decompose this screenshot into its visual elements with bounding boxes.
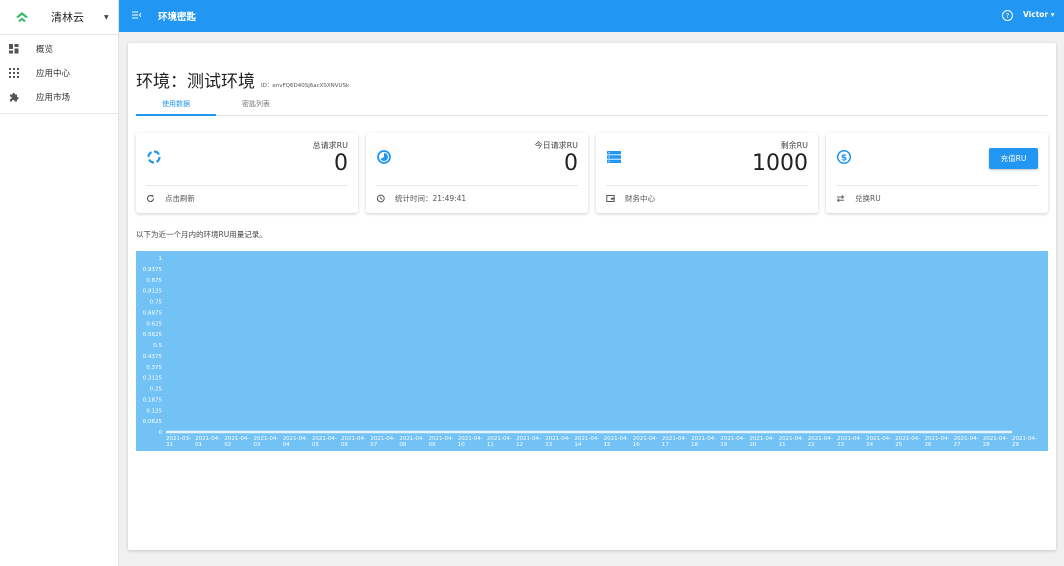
puzzle-icon <box>9 92 19 102</box>
y-tick-label: 0.375 <box>146 365 162 371</box>
footer-label: 财务中心 <box>625 194 655 203</box>
y-tick-label: 0.1875 <box>143 397 163 403</box>
env-title: 环境：测试环境 <box>136 72 255 92</box>
brand-switcher[interactable]: 清林云 ▼ <box>0 0 118 35</box>
y-tick-label: 0.6875 <box>143 310 163 316</box>
stat-value: 0 <box>564 151 578 176</box>
svg-text:$: $ <box>841 153 847 163</box>
usage-chart: 1 0.9375 0.875 0.8125 0.75 0.6875 0.625 0.5625 0… <box>136 251 1048 451</box>
footer-label: 兑换RU <box>855 194 881 203</box>
recharge-ru-button[interactable]: 充值RU <box>989 148 1038 169</box>
y-tick-label: 0.3125 <box>143 376 163 382</box>
stat-card-total-ru: 总请求RU 0 点击刷新 <box>136 133 358 213</box>
y-tick-label: 0.625 <box>146 321 162 327</box>
apps-grid-icon <box>9 68 19 78</box>
y-tick-label: 0.5625 <box>143 332 163 338</box>
chart-background <box>136 251 1048 451</box>
y-tick-label: 1 <box>159 256 163 262</box>
stat-card-remaining-ru: 剩余RU 1000 财务中心 <box>596 133 818 213</box>
history-icon <box>376 194 385 203</box>
tab-usage-data[interactable]: 使用数据 <box>162 99 190 109</box>
divider <box>606 185 808 186</box>
divider <box>376 185 578 186</box>
sidebar-item-label: 概览 <box>36 45 54 55</box>
sidebar-item-overview[interactable]: 概览 <box>0 37 118 61</box>
stat-card-today-ru: 今日请求RU 0 统计时间：21:49:41 <box>366 133 588 213</box>
y-tick-label: 0 <box>159 430 163 436</box>
refresh-link[interactable]: 点击刷新 <box>146 193 195 204</box>
stat-label: 剩余RU <box>780 141 808 150</box>
stat-time: 统计时间：21:49:41 <box>376 193 466 204</box>
stat-card-recharge: $ 充值RU 兑换RU <box>826 133 1048 213</box>
y-tick-label: 0.75 <box>150 300 163 306</box>
top-bar: 环境密匙 ? Victor ▾ <box>119 0 1064 32</box>
stats-row: 总请求RU 0 点击刷新 今日请求RU 0 统计时间：21:49:41 剩余RU… <box>136 133 1048 213</box>
divider <box>836 185 1038 186</box>
stat-label: 今日请求RU <box>534 141 578 150</box>
pie-clock-icon <box>376 149 392 165</box>
y-tick-label: 0.9375 <box>143 267 163 273</box>
y-tick-label: 0.8125 <box>143 289 163 295</box>
storage-icon <box>606 149 622 165</box>
brand-logo-icon <box>16 12 28 22</box>
loading-circle-icon <box>146 149 162 165</box>
page-title: 环境密匙 <box>158 12 197 23</box>
tab-indicator <box>136 114 216 116</box>
divider <box>146 185 348 186</box>
help-icon[interactable]: ? <box>1002 10 1013 21</box>
wallet-icon <box>606 194 615 203</box>
refresh-icon <box>146 194 155 203</box>
y-tick-label: 0.4375 <box>143 354 163 360</box>
env-id: ID：envFQ6D40Sj6acXSXNVUSk <box>261 83 350 89</box>
y-tick-label: 0.5 <box>153 343 162 349</box>
usage-chart-svg: 1 0.9375 0.875 0.8125 0.75 0.6875 0.625 0.5625 0… <box>136 251 1048 451</box>
sidebar-item-label: 应用市场 <box>36 93 71 103</box>
y-tick-label: 0.875 <box>146 278 162 284</box>
sidebar-item-label: 应用中心 <box>36 69 71 79</box>
sidebar-nav: 概览 应用中心 应用市场 <box>0 35 118 114</box>
brand-name: 清林云 <box>51 11 84 24</box>
tab-bar: 使用数据 密匙列表 <box>136 96 1048 116</box>
footer-label: 点击刷新 <box>165 194 195 203</box>
swap-icon <box>836 194 845 203</box>
y-tick-label: 0.0625 <box>143 419 163 425</box>
y-tick-label: 0.25 <box>150 387 163 393</box>
footer-label: 统计时间：21:49:41 <box>395 194 467 203</box>
menu-toggle-icon[interactable] <box>132 11 148 22</box>
dashboard-icon <box>9 44 19 54</box>
tab-key-list[interactable]: 密匙列表 <box>242 99 270 109</box>
main-card: 环境：测试环境 ID：envFQ6D40Sj6acXSXNVUSk 使用数据 密… <box>128 43 1056 550</box>
finance-center-link[interactable]: 财务中心 <box>606 193 655 204</box>
sidebar-item-app-center[interactable]: 应用中心 <box>0 61 118 85</box>
redeem-ru-link[interactable]: 兑换RU <box>836 193 881 204</box>
sidebar-item-app-market[interactable]: 应用市场 <box>0 85 118 109</box>
user-menu[interactable]: Victor ▾ <box>1023 10 1055 19</box>
y-tick-label: 0.125 <box>146 408 162 414</box>
stat-value: 0 <box>334 151 348 176</box>
sidebar: 清林云 ▼ 概览 应用中心 应用市场 <box>0 0 119 566</box>
usage-note: 以下为近一个月内的环境RU用量记录。 <box>136 230 267 239</box>
stat-value: 1000 <box>752 151 808 176</box>
stat-label: 总请求RU <box>312 141 348 150</box>
caret-down-icon: ▼ <box>104 13 109 21</box>
dollar-circle-icon: $ <box>836 149 852 165</box>
env-header: 环境：测试环境 ID：envFQ6D40Sj6acXSXNVUSk <box>136 67 349 92</box>
